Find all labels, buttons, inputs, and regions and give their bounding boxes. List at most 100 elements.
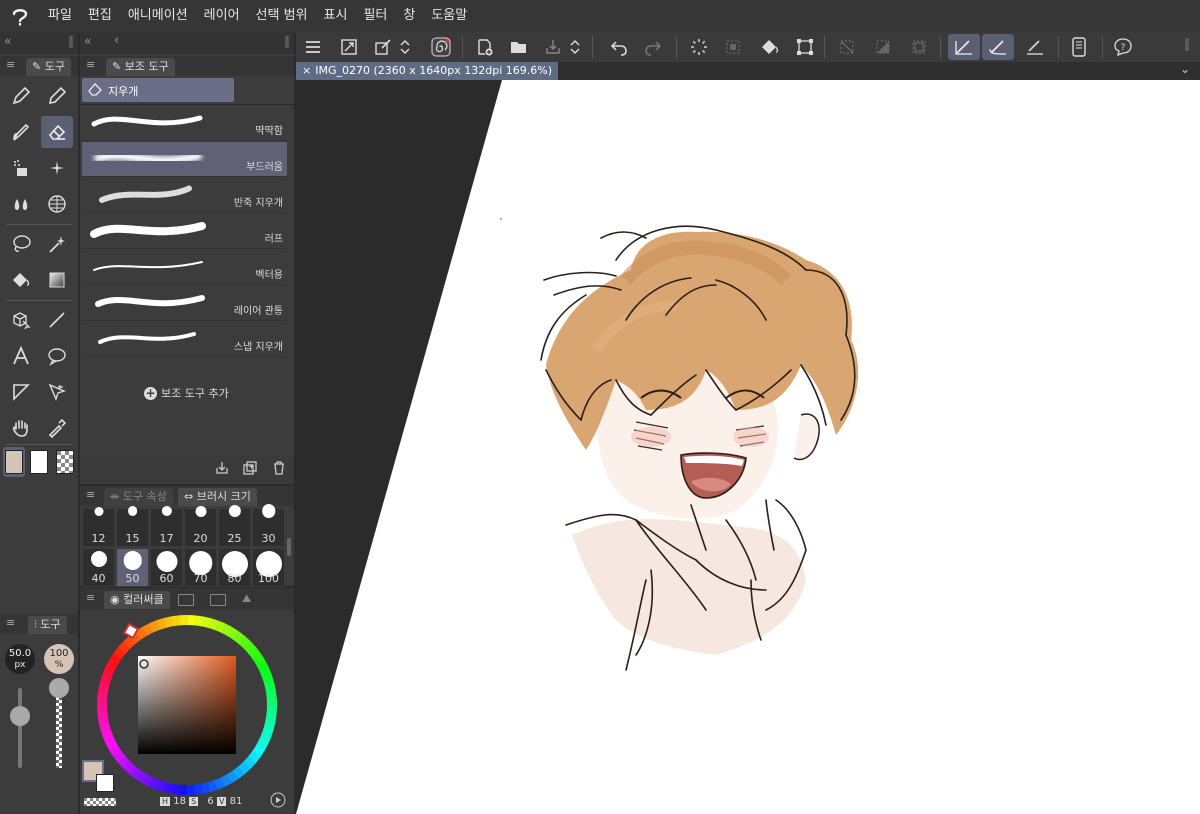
panel-menu-icon[interactable]: ≡ bbox=[6, 58, 15, 71]
scrollbar-thumb[interactable] bbox=[287, 538, 291, 556]
menu-filter[interactable]: 필터 bbox=[355, 0, 395, 32]
decoration-tool-icon[interactable] bbox=[41, 152, 73, 184]
blend-tool-icon[interactable] bbox=[5, 188, 37, 220]
size-slider-handle[interactable] bbox=[10, 706, 30, 726]
open-folder-icon[interactable] bbox=[506, 34, 532, 60]
color-history-tab-icon[interactable]: ⛰ bbox=[242, 592, 251, 606]
panel-grip-icon[interactable]: ‖ bbox=[68, 34, 74, 48]
snap-grid-icon[interactable] bbox=[1022, 34, 1048, 60]
menu-view[interactable]: 표시 bbox=[316, 0, 356, 32]
balloon-tool-icon[interactable] bbox=[41, 340, 73, 372]
opacity-slider-handle[interactable] bbox=[49, 678, 69, 698]
smartphone-icon[interactable] bbox=[1066, 34, 1092, 60]
main-color-swatch[interactable] bbox=[3, 447, 25, 477]
play-circle-icon[interactable] bbox=[270, 792, 286, 812]
brush-size-cell[interactable]: 100 bbox=[252, 548, 285, 587]
fill-tool-icon[interactable] bbox=[5, 264, 37, 296]
clear-selection-icon[interactable] bbox=[720, 34, 746, 60]
menu-layer[interactable]: 레이어 bbox=[196, 0, 248, 32]
brush-item-hard[interactable]: 딱딱함 bbox=[82, 106, 287, 141]
fill-selection-icon[interactable] bbox=[756, 34, 782, 60]
panel-menu-icon[interactable]: ≡ bbox=[6, 616, 15, 629]
brush-item-soft[interactable]: 부드러움 bbox=[82, 142, 287, 177]
spiral-app-icon[interactable] bbox=[428, 34, 454, 60]
transform-icon[interactable] bbox=[792, 34, 818, 60]
app-logo-icon[interactable] bbox=[0, 0, 40, 32]
menu-file[interactable]: 파일 bbox=[40, 0, 80, 32]
tab-brush-size[interactable]: ⇔ 브러시 크기 bbox=[178, 488, 257, 506]
chevron-left-icon[interactable]: ‹ bbox=[114, 33, 119, 48]
show-selection-icon[interactable] bbox=[906, 34, 932, 60]
airbrush-tool-icon[interactable] bbox=[5, 152, 37, 184]
tab-color-wheel[interactable]: ◉ 컬러써클 bbox=[104, 591, 170, 609]
brush-item-snap[interactable]: 스냅 지우개 bbox=[82, 322, 287, 357]
add-subtool-button[interactable]: + 보조 도구 추가 bbox=[144, 385, 229, 401]
document-tab[interactable]: × IMG_0270 (2360 x 1640px 132dpi 169.6%) bbox=[296, 62, 558, 80]
undo-icon[interactable] bbox=[606, 34, 632, 60]
menu-selection[interactable]: 선택 범위 bbox=[248, 0, 316, 32]
brush-item-vector[interactable]: 벡터용 bbox=[82, 250, 287, 285]
menu-animation[interactable]: 애니메이션 bbox=[120, 0, 196, 32]
brush-size-cell[interactable]: 40 bbox=[82, 548, 115, 587]
loading-spinner-icon[interactable] bbox=[686, 34, 712, 60]
brush-size-cell[interactable]: 15 bbox=[116, 506, 149, 547]
menu-help[interactable]: 도움말 bbox=[423, 0, 475, 32]
object-tool-icon[interactable] bbox=[5, 304, 37, 336]
import-subtool-icon[interactable] bbox=[214, 460, 230, 480]
snap-special-ruler-icon[interactable] bbox=[982, 34, 1014, 60]
invert-selection-icon[interactable] bbox=[870, 34, 896, 60]
panel-menu-icon[interactable]: ≡ bbox=[86, 58, 95, 71]
brush-item-kneaded[interactable]: 반죽 지우개 bbox=[82, 178, 287, 213]
trash-icon[interactable] bbox=[271, 460, 287, 480]
collapse-left-icon[interactable]: « bbox=[4, 34, 11, 48]
liquify-tool-icon[interactable] bbox=[41, 188, 73, 220]
gradient-tool-icon[interactable] bbox=[41, 264, 73, 296]
panel-menu-icon[interactable]: ≡ bbox=[86, 591, 95, 604]
hamburger-menu-icon[interactable] bbox=[300, 34, 326, 60]
brush-size-cell[interactable]: 20 bbox=[184, 505, 217, 547]
collapse-left-icon[interactable]: « bbox=[84, 34, 91, 48]
up-down-arrows-icon[interactable] bbox=[398, 34, 412, 60]
eraser-group-tab[interactable]: 지우개 bbox=[82, 78, 234, 102]
fit-screen-icon[interactable] bbox=[336, 34, 362, 60]
transparent-chip[interactable] bbox=[84, 798, 116, 806]
quick-access-icon[interactable] bbox=[370, 34, 396, 60]
chevron-down-icon[interactable]: ⌄ bbox=[1180, 62, 1190, 76]
brush-item-through-layers[interactable]: 레이어 관통 bbox=[82, 286, 287, 321]
eraser-tool-icon[interactable] bbox=[41, 116, 73, 148]
brush-size-cell[interactable]: 60 bbox=[150, 548, 183, 587]
new-file-icon[interactable] bbox=[472, 34, 498, 60]
duplicate-subtool-icon[interactable] bbox=[242, 460, 258, 480]
canvas[interactable] bbox=[296, 80, 1200, 814]
panel-grip-icon[interactable]: ‖ bbox=[1184, 37, 1190, 51]
pencil-tool-icon[interactable] bbox=[41, 80, 73, 112]
redo-icon[interactable] bbox=[640, 34, 666, 60]
brush-size-cell[interactable]: 30 bbox=[252, 504, 285, 547]
lasso-tool-icon[interactable] bbox=[5, 228, 37, 260]
opacity-slider-track[interactable] bbox=[56, 688, 62, 768]
brush-size-cell[interactable]: 12 bbox=[82, 506, 115, 547]
frame-border-tool-icon[interactable] bbox=[5, 376, 37, 408]
close-tab-icon[interactable]: × bbox=[302, 64, 311, 77]
sub-color-chip[interactable] bbox=[96, 774, 114, 792]
brush-item-rough[interactable]: 러프 bbox=[82, 214, 287, 249]
panel-grip-icon[interactable]: ‖ bbox=[284, 34, 290, 48]
line-tool-icon[interactable] bbox=[41, 304, 73, 336]
up-down-arrows-icon[interactable] bbox=[568, 34, 582, 60]
eyedropper-tool-icon[interactable] bbox=[41, 412, 73, 444]
tab-subtool[interactable]: ✎ 보조 도구 bbox=[106, 58, 175, 76]
deselect-icon[interactable] bbox=[834, 34, 860, 60]
menu-window[interactable]: 창 bbox=[395, 0, 423, 32]
size-slider-track[interactable] bbox=[18, 688, 22, 768]
color-slider-tab-icon[interactable] bbox=[178, 594, 194, 606]
snap-ruler-icon[interactable] bbox=[948, 34, 980, 60]
brush-size-cell[interactable]: 70 bbox=[184, 548, 217, 587]
brush-tool-icon[interactable] bbox=[5, 116, 37, 148]
ruler-tool-icon[interactable] bbox=[41, 376, 73, 408]
text-tool-icon[interactable] bbox=[5, 340, 37, 372]
tab-tool-small[interactable]: ⫶ 도구 bbox=[28, 616, 67, 634]
save-icon[interactable] bbox=[540, 34, 566, 60]
brush-size-cell[interactable]: 80 bbox=[218, 548, 251, 587]
brush-size-cell[interactable]: 25 bbox=[218, 504, 251, 547]
tab-tool[interactable]: ✎ 도구 bbox=[26, 58, 71, 76]
